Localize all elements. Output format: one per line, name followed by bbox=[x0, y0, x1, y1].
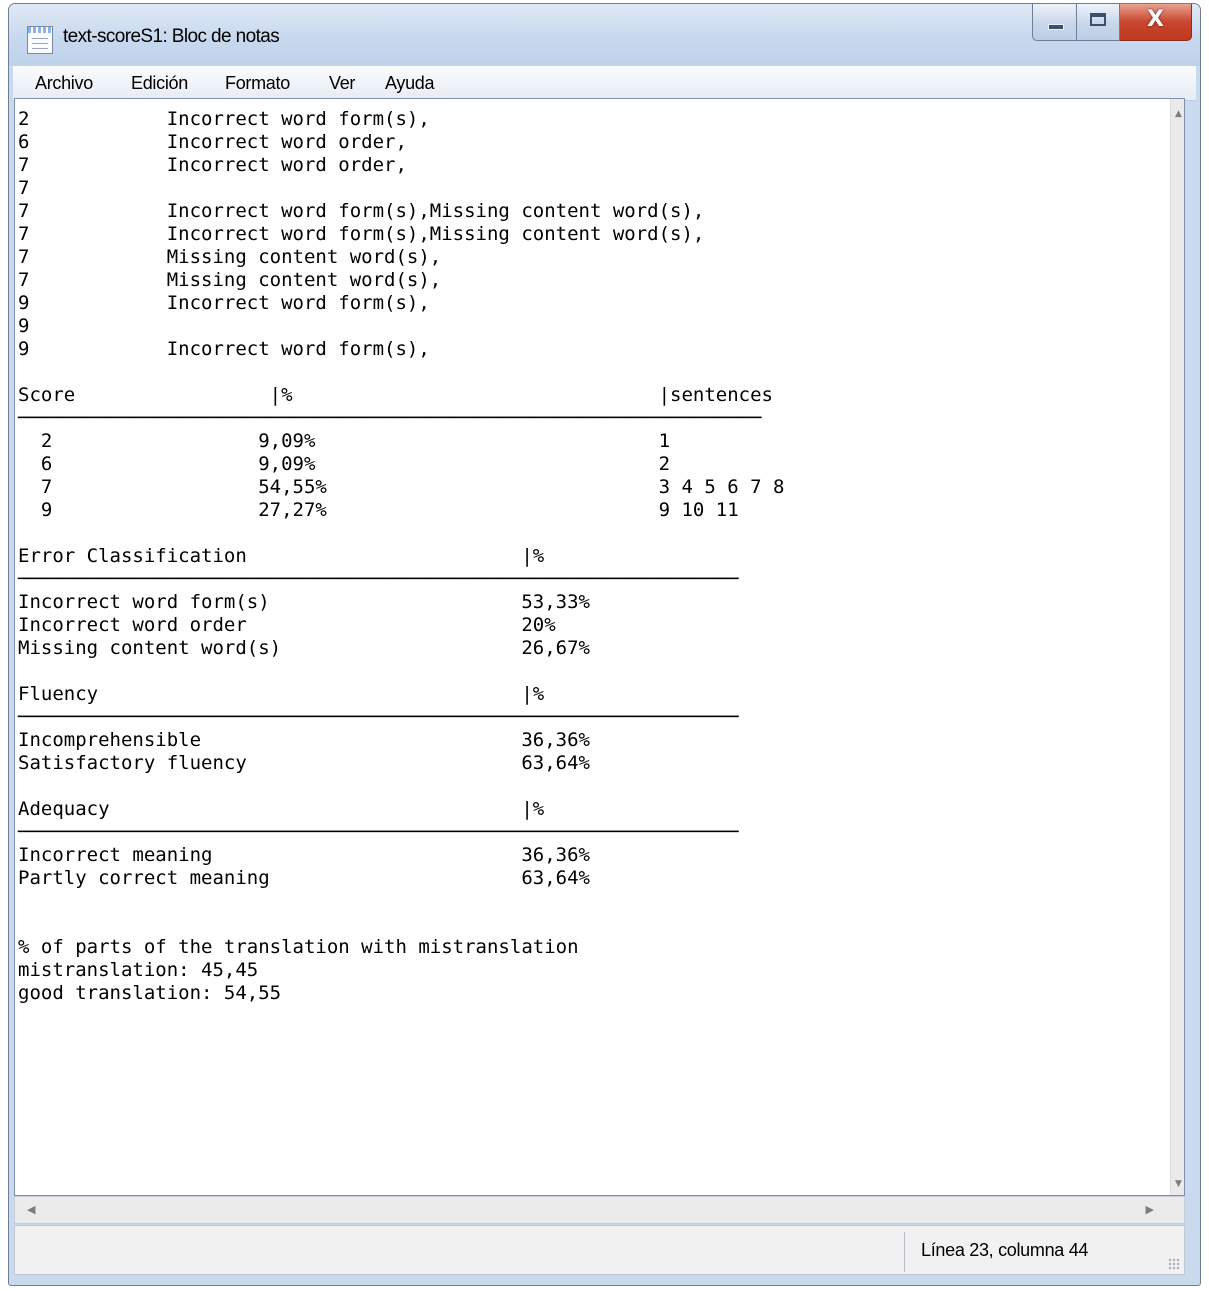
text-line: Incorrect meaning 36,36% bbox=[18, 844, 590, 866]
text-line: 7 54,55% 3 4 5 6 7 8 bbox=[18, 476, 785, 498]
menu-ayuda[interactable]: Ayuda bbox=[385, 73, 435, 94]
text-line bbox=[18, 660, 1158, 683]
text-line: 9 27,27% 9 10 11 bbox=[18, 499, 739, 521]
minimize-button[interactable] bbox=[1032, 4, 1076, 41]
text-line: ────────────────────────────────────────… bbox=[18, 407, 762, 429]
text-line bbox=[18, 913, 1158, 936]
text-line: 6 9,09% 2 bbox=[18, 453, 671, 475]
notepad-app-icon[interactable] bbox=[27, 26, 53, 54]
text-line: 9 Incorrect word form(s), bbox=[18, 338, 430, 360]
menu-archivo[interactable]: Archivo bbox=[35, 73, 93, 94]
menu-formato[interactable]: Formato bbox=[225, 73, 290, 94]
text-line: 7 Incorrect word form(s),Missing content… bbox=[18, 223, 705, 245]
text-line bbox=[18, 361, 1158, 384]
text-editor[interactable]: 2 Incorrect word form(s), 6 Incorrect wor… bbox=[14, 98, 1185, 1196]
text-line: % of parts of the translation with mistr… bbox=[18, 936, 579, 958]
text-line bbox=[18, 775, 1158, 798]
cursor-position: Línea 23, columna 44 bbox=[921, 1240, 1089, 1260]
text-line: 2 Incorrect word form(s), bbox=[18, 108, 430, 130]
resize-grip-icon[interactable] bbox=[1168, 1258, 1180, 1270]
minimize-icon bbox=[1048, 24, 1064, 30]
text-line: Adequacy |% bbox=[18, 798, 545, 820]
text-line: 9 Incorrect word form(s), bbox=[18, 292, 430, 314]
scroll-down-arrow-icon[interactable]: ▼ bbox=[1171, 1179, 1184, 1189]
text-line: Partly correct meaning 63,64% bbox=[18, 867, 590, 889]
text-line: Fluency |% bbox=[18, 683, 545, 705]
text-line: ────────────────────────────────────────… bbox=[18, 821, 739, 843]
scroll-left-arrow-icon[interactable]: ◀ bbox=[27, 1203, 35, 1216]
status-divider bbox=[904, 1232, 905, 1272]
text-line: Incorrect word form(s) 53,33% bbox=[18, 591, 590, 613]
text-line: Missing content word(s) 26,67% bbox=[18, 637, 590, 659]
close-icon: X bbox=[1147, 7, 1164, 32]
horizontal-scrollbar[interactable]: ◀ ▶ bbox=[14, 1196, 1185, 1224]
text-line: 7 Incorrect word form(s),Missing content… bbox=[18, 200, 705, 222]
text-line: good translation: 54,55 bbox=[18, 982, 282, 1004]
text-line: 9 bbox=[18, 315, 30, 337]
menu-ver[interactable]: Ver bbox=[329, 73, 355, 94]
text-line: 2 9,09% 1 bbox=[18, 430, 671, 452]
text-line bbox=[18, 522, 1158, 545]
vertical-scrollbar[interactable]: ▲ ▼ bbox=[1170, 99, 1184, 1195]
text-line: 7 Missing content word(s), bbox=[18, 269, 442, 291]
title-bar[interactable]: text-scoreS1: Bloc de notas X bbox=[9, 4, 1200, 66]
text-line: 6 Incorrect word order, bbox=[18, 131, 407, 153]
text-line: Score |% |sentences bbox=[18, 384, 773, 406]
scroll-right-arrow-icon[interactable]: ▶ bbox=[1146, 1203, 1154, 1216]
text-line: mistranslation: 45,45 bbox=[18, 959, 259, 981]
text-line: Error Classification |% bbox=[18, 545, 545, 567]
scroll-up-arrow-icon[interactable]: ▲ bbox=[1171, 109, 1184, 119]
text-line: 7 Missing content word(s), bbox=[18, 246, 442, 268]
menu-bar: Archivo Edición Formato Ver Ayuda bbox=[13, 66, 1196, 101]
text-line: Incomprehensible 36,36% bbox=[18, 729, 590, 751]
text-line: ────────────────────────────────────────… bbox=[18, 568, 739, 590]
text-line: 7 bbox=[18, 177, 30, 199]
document-text[interactable]: 2 Incorrect word form(s), 6 Incorrect wor… bbox=[18, 108, 1158, 1005]
close-button[interactable]: X bbox=[1120, 4, 1192, 41]
maximize-button[interactable] bbox=[1076, 4, 1120, 41]
text-line: Incorrect word order 20% bbox=[18, 614, 556, 636]
menu-edicion[interactable]: Edición bbox=[131, 73, 188, 94]
text-line: ────────────────────────────────────────… bbox=[18, 706, 739, 728]
window-title: text-scoreS1: Bloc de notas bbox=[63, 26, 280, 47]
status-bar: Línea 23, columna 44 bbox=[14, 1225, 1185, 1275]
text-line bbox=[18, 890, 1158, 913]
maximize-icon bbox=[1090, 13, 1106, 26]
text-line: Satisfactory fluency 63,64% bbox=[18, 752, 590, 774]
text-line: 7 Incorrect word order, bbox=[18, 154, 407, 176]
